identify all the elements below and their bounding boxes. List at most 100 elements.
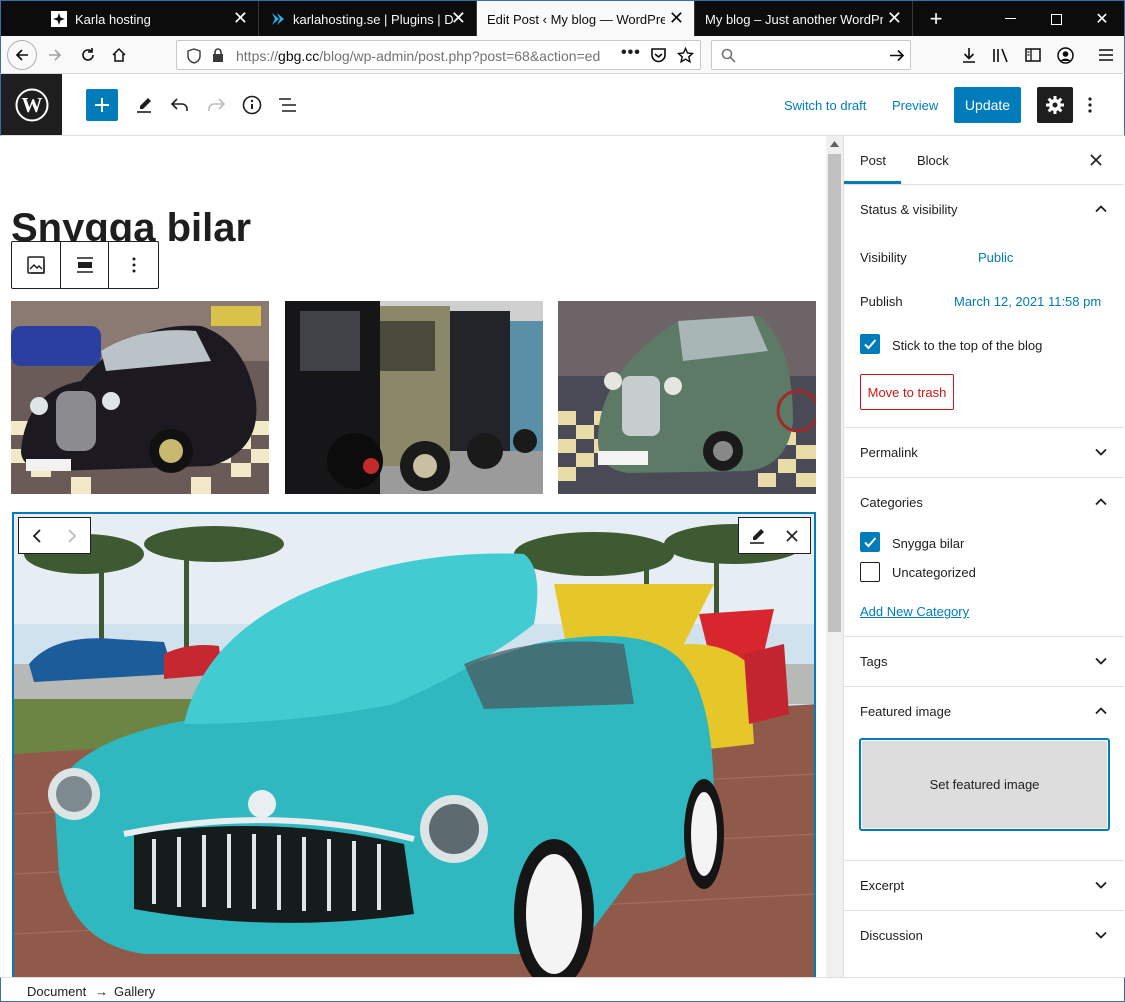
- settings-sidebar: Post Block Status & visibility Visibilit…: [843, 136, 1124, 977]
- gallery-image-black-classic-car[interactable]: [11, 301, 269, 494]
- panel-title: Categories: [860, 495, 923, 510]
- more-options-icon[interactable]: [1076, 89, 1104, 121]
- hamburger-menu-icon[interactable]: [1092, 41, 1120, 69]
- home-icon[interactable]: [105, 41, 133, 69]
- editor-header: W Switch to draft Preview Update: [0, 74, 1125, 136]
- switch-to-draft-button[interactable]: Switch to draft: [784, 98, 866, 113]
- panel-featured-image[interactable]: Featured image: [844, 686, 1124, 736]
- panel-permalink[interactable]: Permalink: [844, 427, 1124, 477]
- sticky-label[interactable]: Stick to the top of the blog: [892, 338, 1042, 353]
- account-icon[interactable]: [1051, 41, 1079, 69]
- post-title[interactable]: Snygga bilar: [11, 206, 251, 246]
- new-tab-icon[interactable]: +: [913, 1, 959, 37]
- sidebar-toggle-icon[interactable]: [1019, 41, 1047, 69]
- remove-image-close-icon[interactable]: [775, 518, 811, 553]
- tab-block[interactable]: Block: [917, 136, 949, 184]
- sticky-checkbox[interactable]: [860, 334, 880, 354]
- move-left-chevron-icon[interactable]: [19, 518, 55, 553]
- close-tab-icon[interactable]: ✕: [669, 9, 684, 27]
- browser-tab-plugins[interactable]: karlahosting.se | Plugins | Dire ✕: [259, 1, 477, 37]
- gallery-image-vintage-cars-row[interactable]: [285, 301, 543, 494]
- gallery-block-type-icon[interactable]: [12, 242, 61, 288]
- move-to-trash-button[interactable]: Move to trash: [860, 374, 954, 410]
- lock-icon[interactable]: [212, 48, 224, 63]
- close-tab-icon[interactable]: ✕: [887, 9, 902, 27]
- block-toolbar: [11, 241, 159, 289]
- panel-categories[interactable]: Categories: [844, 477, 1124, 527]
- close-tab-icon[interactable]: ✕: [451, 9, 466, 27]
- scrollbar-thumb[interactable]: [828, 154, 841, 632]
- editor-canvas: Snygga bilar: [1, 136, 843, 977]
- breadcrumb-document[interactable]: Document: [27, 984, 86, 999]
- chevron-down-icon: [1095, 448, 1107, 456]
- settings-gear-icon[interactable]: [1037, 87, 1073, 123]
- page-actions-icon[interactable]: •••: [621, 44, 641, 62]
- shield-icon[interactable]: [187, 48, 201, 64]
- browser-tab-edit-post[interactable]: Edit Post ‹ My blog — WordPress ✕: [477, 1, 695, 37]
- panel-status-visibility[interactable]: Status & visibility: [844, 184, 1124, 234]
- downloads-icon[interactable]: [955, 41, 983, 69]
- browser-tab-my-blog[interactable]: My blog – Just another WordPress ✕: [695, 1, 913, 37]
- close-window-icon[interactable]: ✕: [1079, 1, 1125, 37]
- align-icon[interactable]: [61, 242, 110, 288]
- browser-nav-bar: https://gbg.cc/blog/wp-admin/post.php?po…: [0, 36, 1125, 74]
- panel-title: Tags: [860, 654, 888, 669]
- panel-title: Featured image: [860, 704, 952, 719]
- search-input[interactable]: [711, 40, 911, 70]
- wordpress-logo-icon[interactable]: W: [1, 74, 62, 135]
- category-label[interactable]: Snygga bilar: [892, 536, 964, 551]
- add-new-category-link[interactable]: Add New Category: [860, 604, 969, 619]
- list-view-icon[interactable]: [272, 89, 304, 121]
- scroll-up-arrow-icon[interactable]: [830, 141, 839, 147]
- block-breadcrumb: Document → Gallery: [0, 977, 1125, 1002]
- gallery-selected-image-corvette[interactable]: [12, 512, 816, 977]
- panel-title: Discussion: [860, 928, 923, 943]
- close-tab-icon[interactable]: ✕: [233, 9, 248, 27]
- redo-icon[interactable]: [200, 89, 232, 121]
- panel-discussion[interactable]: Discussion: [844, 910, 1124, 960]
- karla-favicon-icon: [51, 11, 67, 27]
- browser-tab-karla-hosting[interactable]: Karla hosting ✕: [41, 1, 259, 37]
- category-label[interactable]: Uncategorized: [892, 565, 976, 580]
- editor-scrollbar[interactable]: [826, 136, 843, 977]
- maximize-icon[interactable]: [1033, 1, 1079, 37]
- search-go-arrow-icon[interactable]: [889, 48, 905, 63]
- category-checkbox-snygga-bilar[interactable]: [860, 532, 880, 552]
- chevron-down-icon: [1095, 881, 1107, 889]
- info-icon[interactable]: [236, 89, 268, 121]
- set-featured-image-button[interactable]: Set featured image: [859, 738, 1110, 831]
- gallery-image-green-classic-car[interactable]: [558, 301, 816, 494]
- url-bar[interactable]: https://gbg.cc/blog/wp-admin/post.php?po…: [176, 40, 701, 70]
- bookmark-star-icon[interactable]: [677, 47, 694, 64]
- breadcrumb-gallery[interactable]: Gallery: [114, 984, 155, 999]
- back-arrow-icon[interactable]: [7, 40, 37, 70]
- edit-tools-pencil-icon[interactable]: [128, 89, 160, 121]
- minimize-icon[interactable]: [987, 1, 1033, 37]
- add-block-icon[interactable]: [86, 89, 118, 121]
- close-sidebar-icon[interactable]: [1090, 154, 1102, 166]
- image-move-toolbar: [18, 517, 91, 554]
- chevron-down-icon: [1095, 657, 1107, 665]
- panel-title: Status & visibility: [860, 202, 958, 217]
- panel-tags[interactable]: Tags: [844, 636, 1124, 686]
- preview-button[interactable]: Preview: [892, 98, 938, 113]
- edit-image-pencil-icon[interactable]: [739, 518, 775, 553]
- visibility-value-link[interactable]: Public: [978, 250, 1013, 265]
- image-edit-toolbar: [738, 517, 811, 554]
- panel-excerpt[interactable]: Excerpt: [844, 860, 1124, 910]
- panel-title: Excerpt: [860, 878, 905, 893]
- category-checkbox-uncategorized[interactable]: [860, 562, 880, 582]
- plugin-favicon-icon: [272, 13, 284, 25]
- forward-arrow-icon[interactable]: [41, 41, 69, 69]
- search-icon: [721, 48, 736, 63]
- pocket-icon[interactable]: [650, 47, 667, 64]
- move-right-chevron-icon[interactable]: [55, 518, 91, 553]
- reload-icon[interactable]: [74, 41, 102, 69]
- tab-post[interactable]: Post: [860, 136, 886, 184]
- url-text: https://gbg.cc/blog/wp-admin/post.php?po…: [236, 48, 601, 64]
- publish-date-link[interactable]: March 12, 2021 11:58 pm: [954, 294, 1101, 309]
- block-more-options-icon[interactable]: [109, 242, 158, 288]
- undo-icon[interactable]: [164, 89, 196, 121]
- library-icon[interactable]: [987, 41, 1015, 69]
- update-button[interactable]: Update: [954, 87, 1021, 123]
